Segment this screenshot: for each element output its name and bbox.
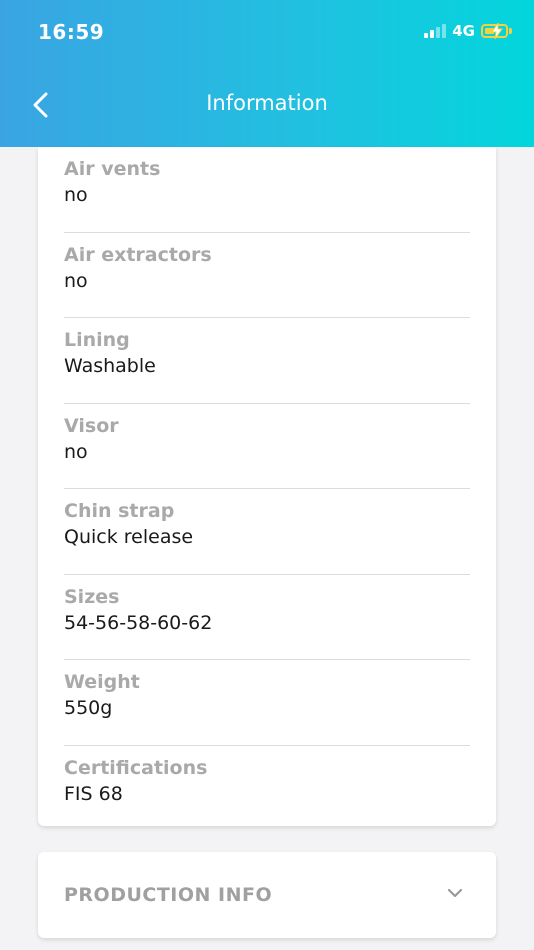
status-indicators: 4G [424, 22, 512, 40]
spec-label: Certifications [64, 756, 208, 779]
spec-row-lining: Lining Washable [64, 318, 470, 404]
battery-charging-icon [481, 23, 508, 39]
spec-row-certifications: Certifications FIS 68 [64, 746, 470, 831]
specs-card: Air vents no Air extractors no Lining Wa… [38, 147, 496, 826]
spec-label: Lining [64, 329, 130, 351]
spec-row-air-extractors: Air extractors no [64, 233, 470, 318]
battery-tip [509, 28, 512, 34]
spec-value: FIS 68 [64, 782, 123, 805]
production-info-label: PRODUCTION INFO [64, 884, 273, 906]
app-header: 16:59 4G Information [0, 0, 534, 147]
spec-value: 550g [64, 697, 113, 719]
spec-value: 54-56-58-60-62 [64, 611, 213, 634]
spec-value: Quick release [64, 526, 194, 548]
spec-row-sizes: Sizes 54-56-58-60-62 [64, 575, 470, 660]
spec-value: Washable [64, 355, 156, 377]
spec-row-chin-strap: Chin strap Quick release [64, 489, 470, 575]
spec-label: Air extractors [64, 243, 212, 266]
spec-label: Air vents [64, 158, 161, 180]
spec-value: no [64, 269, 88, 292]
spec-label: Visor [64, 414, 119, 437]
spec-label: Chin strap [64, 500, 175, 522]
page-title: Information [206, 91, 328, 115]
spec-row-visor: Visor no [64, 404, 470, 489]
status-time: 16:59 [38, 20, 105, 44]
production-info-accordion[interactable]: PRODUCTION INFO [38, 852, 496, 938]
spec-label: Sizes [64, 585, 120, 608]
signal-icon [424, 24, 447, 38]
spec-label: Weight [64, 671, 140, 693]
spec-row-air-vents: Air vents no [64, 147, 470, 233]
network-type: 4G [452, 22, 475, 40]
spec-value: no [64, 440, 88, 463]
spec-value: no [64, 184, 88, 206]
chevron-down-icon [447, 888, 463, 898]
spec-row-weight: Weight 550g [64, 660, 470, 746]
